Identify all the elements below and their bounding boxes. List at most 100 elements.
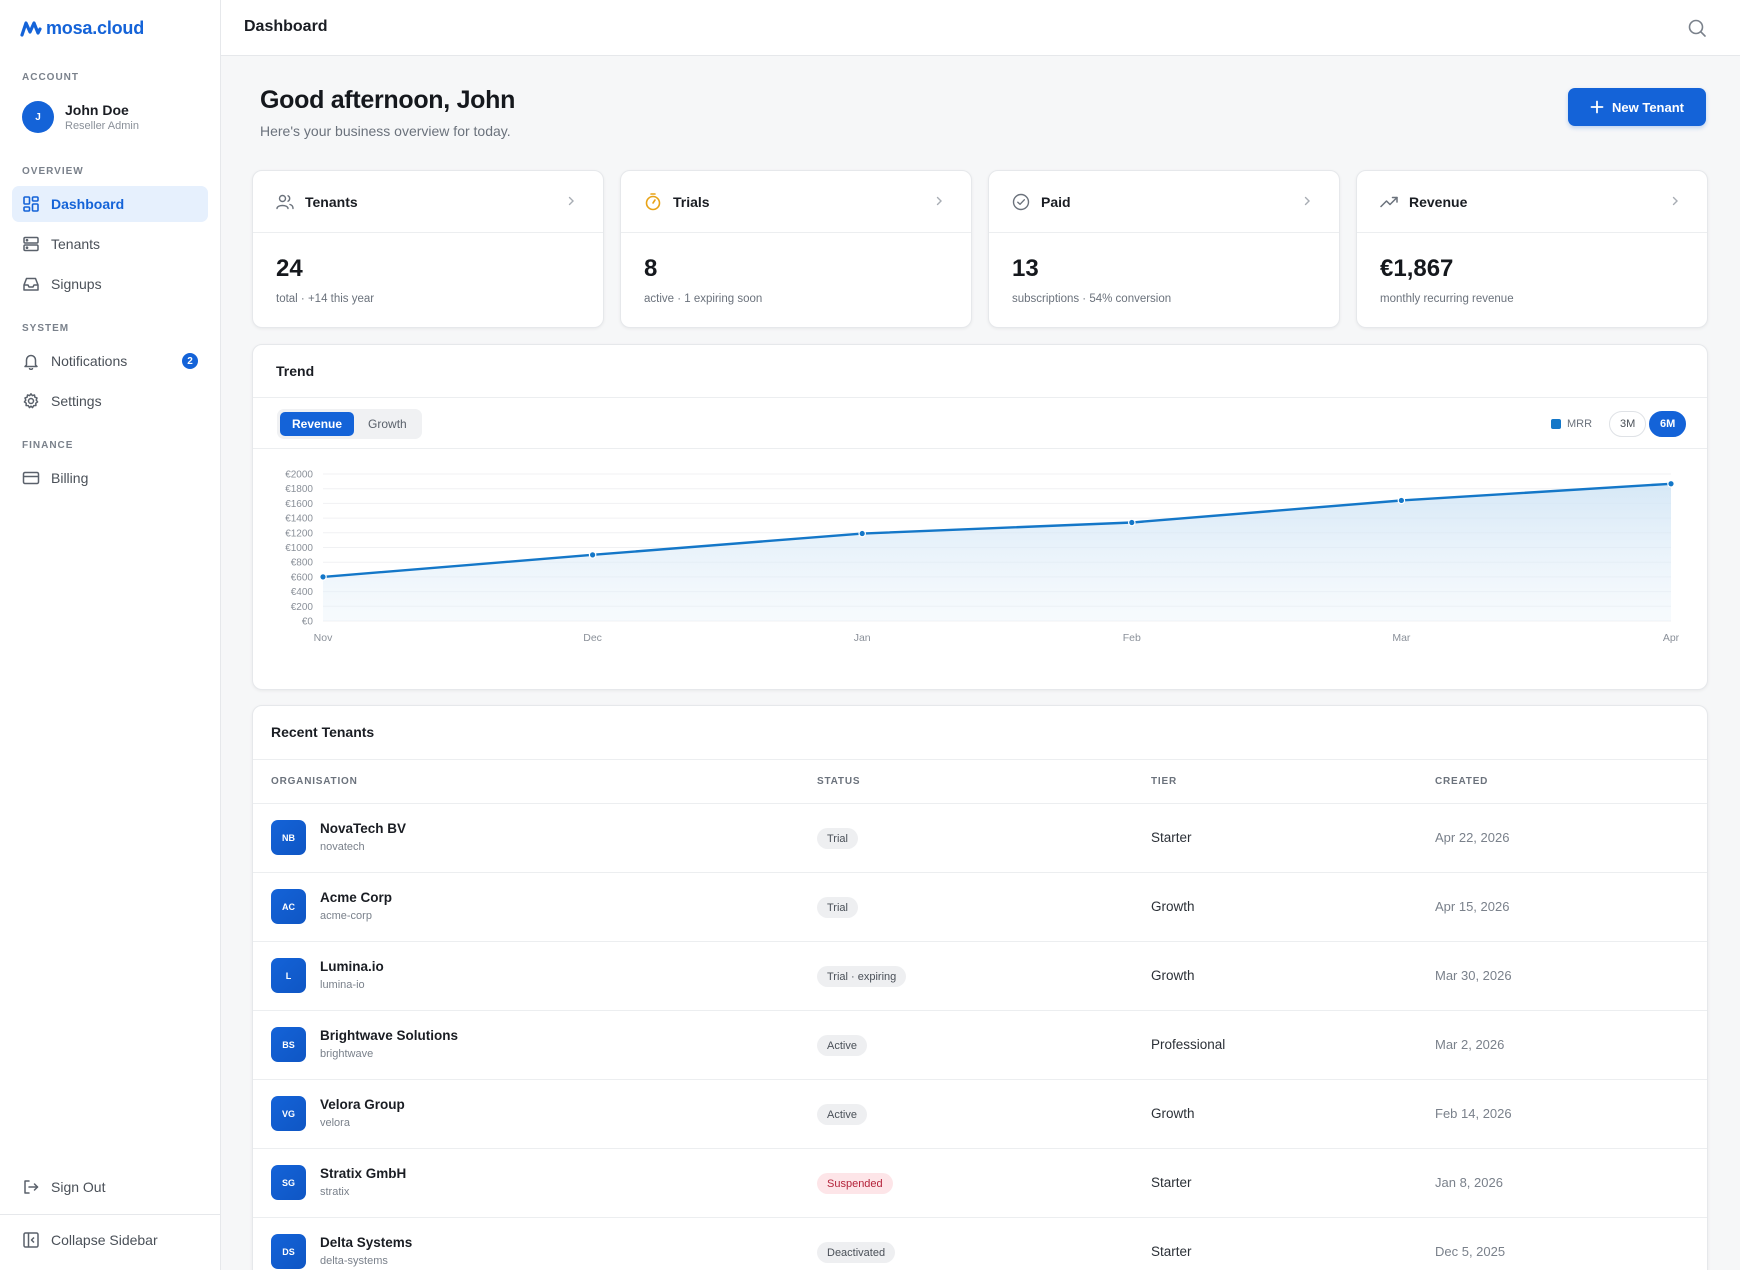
users-icon bbox=[276, 194, 294, 209]
org-slug: novatech bbox=[320, 841, 365, 853]
sidebar-item-label: Settings bbox=[51, 393, 102, 409]
collapse-sidebar-button[interactable]: Collapse Sidebar bbox=[12, 1222, 208, 1258]
created-cell: Jan 8, 2026 bbox=[1435, 1175, 1503, 1190]
org-slug: acme-corp bbox=[320, 910, 372, 922]
logo-text: mosa.cloud bbox=[46, 17, 145, 38]
org-avatar: BS bbox=[271, 1027, 306, 1062]
account-section-label: ACCOUNT bbox=[22, 72, 79, 83]
range-3m-button[interactable]: 3M bbox=[1609, 411, 1647, 437]
check-circle-icon bbox=[1012, 193, 1030, 210]
created-cell: Dec 5, 2025 bbox=[1435, 1244, 1506, 1259]
logo-mark-icon bbox=[20, 21, 42, 37]
mrr-data-point bbox=[588, 551, 597, 559]
y-tick-label: €1800 bbox=[285, 484, 313, 495]
sidebar-item-signups[interactable]: Signups bbox=[12, 266, 208, 302]
sidebar-item-notifications[interactable]: Notifications 2 bbox=[12, 343, 208, 379]
status-badge: Trial bbox=[817, 897, 858, 918]
stat-card-trials[interactable]: Trials 8 active · 1 expiring soon bbox=[620, 170, 972, 328]
mrr-data-point bbox=[1397, 496, 1406, 505]
table-row[interactable]: BS Brightwave Solutions brightwave Activ… bbox=[253, 1010, 1707, 1079]
created-cell: Mar 30, 2026 bbox=[1435, 968, 1512, 983]
logo[interactable]: mosa.cloud bbox=[20, 16, 144, 40]
stat-card-paid[interactable]: Paid 13 subscriptions · 54% conversion bbox=[988, 170, 1340, 328]
org-slug: lumina-io bbox=[320, 979, 365, 991]
greeting-subtitle: Here's your business overview for today. bbox=[260, 123, 511, 139]
table-row[interactable]: SG Stratix GmbH stratix Suspended Starte… bbox=[253, 1148, 1707, 1217]
range-6m-button[interactable]: 6M bbox=[1649, 411, 1687, 437]
y-tick-label: €1400 bbox=[285, 514, 313, 525]
stopwatch-icon bbox=[645, 192, 661, 210]
stat-value: 13 bbox=[1012, 255, 1039, 282]
created-cell: Mar 2, 2026 bbox=[1435, 1037, 1505, 1052]
stat-subtext: active · 1 expiring soon bbox=[644, 293, 763, 305]
org-name: NovaTech BV bbox=[320, 821, 407, 836]
tier-cell: Growth bbox=[1151, 968, 1195, 983]
user-name: John Doe bbox=[65, 102, 129, 118]
mrr-data-point bbox=[858, 529, 867, 538]
trending-up-icon bbox=[1380, 196, 1398, 207]
org-avatar: VG bbox=[271, 1096, 306, 1131]
status-badge: Suspended bbox=[817, 1173, 893, 1194]
chevron-right-icon bbox=[1672, 196, 1678, 206]
topbar: Dashboard bbox=[221, 0, 1740, 56]
new-tenant-button[interactable]: New Tenant bbox=[1568, 88, 1706, 126]
table-row[interactable]: VG Velora Group velora Active Growth Feb… bbox=[253, 1079, 1707, 1148]
status-badge: Active bbox=[817, 1104, 867, 1125]
y-tick-label: €400 bbox=[291, 587, 314, 598]
x-tick-label: Jan bbox=[854, 632, 871, 644]
stat-card-header: Revenue bbox=[1357, 171, 1707, 233]
org-avatar: DS bbox=[271, 1234, 306, 1269]
org-slug: velora bbox=[320, 1117, 350, 1129]
table-row[interactable]: AC Acme Corp acme-corp Trial Growth Apr … bbox=[253, 872, 1707, 941]
tab-growth[interactable]: Growth bbox=[356, 412, 419, 436]
sidebar-item-dashboard[interactable]: Dashboard bbox=[12, 186, 208, 222]
stat-value: 24 bbox=[276, 255, 303, 282]
tab-revenue[interactable]: Revenue bbox=[280, 412, 355, 436]
table-row[interactable]: L Lumina.io lumina-io Trial · expiring G… bbox=[253, 941, 1707, 1010]
org-name: Velora Group bbox=[320, 1097, 405, 1112]
mrr-data-point bbox=[1127, 518, 1136, 527]
system-section-label: SYSTEM bbox=[22, 323, 70, 334]
finance-section-label: FINANCE bbox=[22, 440, 74, 451]
stat-value: 8 bbox=[644, 255, 658, 282]
stat-card-tenants[interactable]: Tenants 24 total · +14 this year bbox=[252, 170, 604, 328]
sign-out-button[interactable]: Sign Out bbox=[12, 1169, 208, 1205]
sidebar-item-billing[interactable]: Billing bbox=[12, 460, 208, 496]
created-cell: Feb 14, 2026 bbox=[1435, 1106, 1512, 1121]
recent-tenants-title: Recent Tenants bbox=[271, 724, 375, 740]
status-badge: Trial · expiring bbox=[817, 966, 907, 987]
sidebar-item-label: Billing bbox=[51, 470, 89, 486]
stat-subtext: monthly recurring revenue bbox=[1380, 293, 1514, 305]
table-row[interactable]: DS Delta Systems delta-systems Deactivat… bbox=[253, 1217, 1707, 1270]
sidebar-item-label: Notifications bbox=[51, 353, 128, 369]
plus-icon bbox=[1590, 100, 1604, 114]
revenue-chart: €0 €200 €400 €600 €800 €1000 €1200 €1400 €1600 €1… bbox=[285, 470, 1679, 645]
trend-header-divider bbox=[253, 397, 1707, 398]
stat-card-header: Tenants bbox=[253, 171, 603, 233]
sidebar-item-settings[interactable]: Settings bbox=[12, 383, 208, 419]
tier-cell: Starter bbox=[1151, 830, 1192, 845]
sidebar-item-label: Signups bbox=[51, 276, 102, 292]
org-slug: brightwave bbox=[320, 1048, 374, 1060]
inbox-icon bbox=[23, 277, 39, 291]
table-title-divider bbox=[253, 759, 1707, 760]
sidebar-footer-divider bbox=[0, 1214, 221, 1215]
search-icon[interactable] bbox=[1687, 18, 1707, 38]
stat-title: Trials bbox=[673, 193, 710, 210]
new-tenant-label: New Tenant bbox=[1612, 99, 1684, 115]
y-tick-label: €1600 bbox=[285, 499, 313, 510]
created-cell: Apr 22, 2026 bbox=[1435, 830, 1510, 845]
x-tick-label: Mar bbox=[1392, 632, 1411, 644]
stat-value: €1,867 bbox=[1380, 255, 1454, 282]
user-profile[interactable]: J John Doe Reseller Admin bbox=[22, 101, 139, 133]
sidebar-item-tenants[interactable]: Tenants bbox=[12, 226, 208, 262]
x-tick-label: Dec bbox=[583, 632, 602, 644]
y-tick-label: €800 bbox=[291, 558, 314, 569]
stat-card-revenue[interactable]: Revenue €1,867 monthly recurring revenue bbox=[1356, 170, 1708, 328]
stat-card-header: Trials bbox=[621, 171, 971, 233]
org-name: Delta Systems bbox=[320, 1235, 413, 1250]
org-avatar: AC bbox=[271, 889, 306, 924]
chart-legend: MRR bbox=[1551, 418, 1592, 430]
status-badge: Trial bbox=[817, 828, 858, 849]
table-row[interactable]: NB NovaTech BV novatech Trial Starter Ap… bbox=[253, 803, 1707, 872]
